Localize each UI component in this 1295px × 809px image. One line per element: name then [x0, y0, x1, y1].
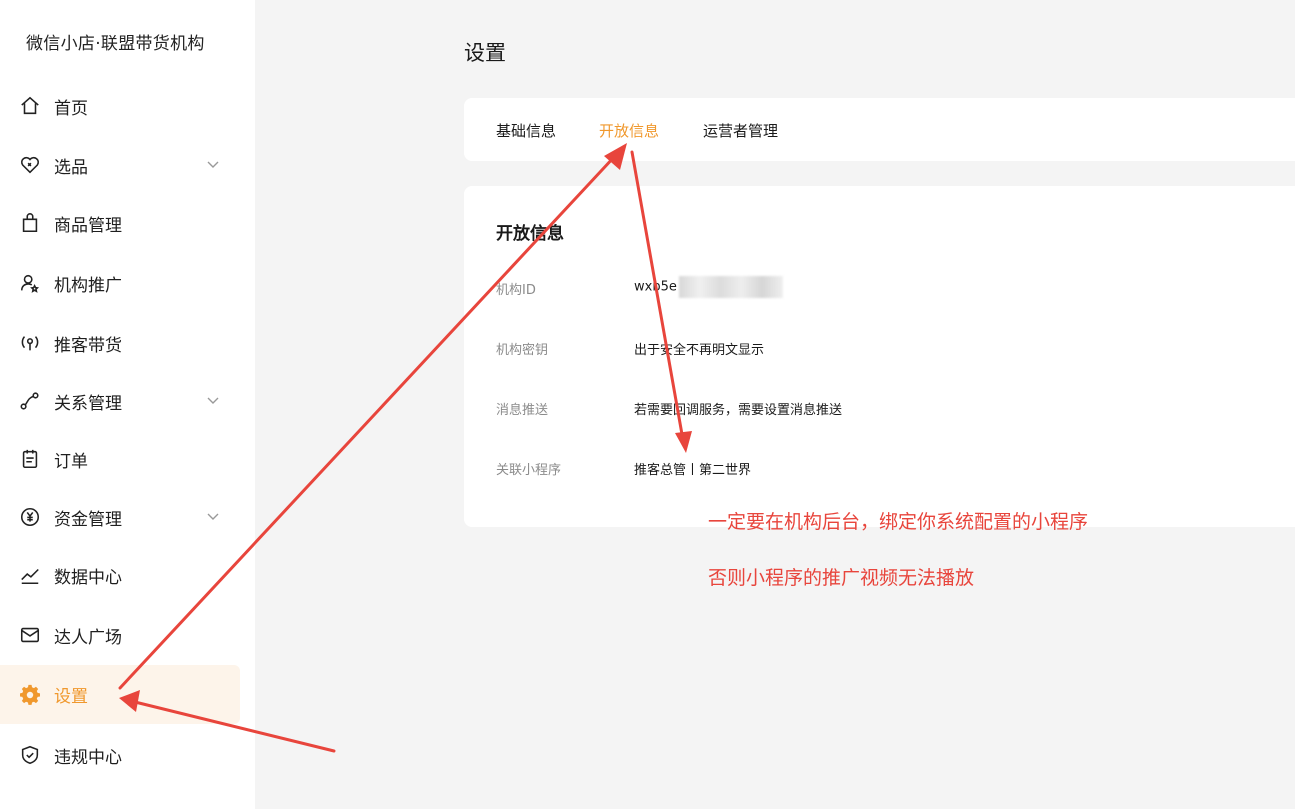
- sidebar-item-promotion[interactable]: 机构推广: [0, 254, 240, 312]
- linked-miniprogram-value: 推客总管丨第二世界: [634, 463, 752, 478]
- sidebar-item-label: 选品: [54, 157, 88, 178]
- tab-operator-management[interactable]: 运营者管理: [703, 120, 778, 141]
- sidebar-item-label: 推客带货: [54, 335, 122, 356]
- trend-chart-icon: [19, 564, 41, 586]
- sidebar: 微信小店·联盟带货机构 首页 选品 商品管理 机构推广 推客带货 关系管理 订单…: [0, 0, 255, 809]
- sidebar-item-label: 违规中心: [54, 747, 122, 768]
- yen-icon: [19, 506, 41, 528]
- clipboard-icon: [19, 448, 41, 470]
- gear-icon: [19, 684, 41, 706]
- sidebar-item-relations[interactable]: 关系管理: [0, 372, 240, 430]
- sidebar-item-label: 设置: [54, 687, 88, 707]
- message-push-label: 消息推送: [496, 403, 549, 418]
- chevron-down-icon[interactable]: [206, 393, 220, 407]
- org-secret-value: 出于安全不再明文显示: [634, 343, 765, 358]
- sidebar-item-violations[interactable]: 违规中心: [0, 726, 240, 784]
- sidebar-item-talent-square[interactable]: 达人广场: [0, 606, 240, 664]
- sidebar-item-finance[interactable]: 资金管理: [0, 488, 240, 546]
- chevron-down-icon[interactable]: [206, 157, 220, 171]
- org-secret-label: 机构密钥: [496, 343, 549, 358]
- section-title: 开放信息: [496, 224, 564, 244]
- sidebar-item-selection[interactable]: 选品: [0, 136, 240, 194]
- org-id-label: 机构ID: [496, 283, 536, 298]
- user-star-icon: [19, 272, 41, 294]
- org-id-value: wxb5e: [634, 276, 783, 298]
- sidebar-item-label: 机构推广: [54, 275, 122, 296]
- home-icon: [19, 95, 41, 117]
- sidebar-item-data-center[interactable]: 数据中心: [0, 546, 240, 604]
- sidebar-item-label: 资金管理: [54, 509, 122, 530]
- shopping-bag-icon: [19, 212, 41, 234]
- broadcast-icon: [19, 332, 41, 354]
- sidebar-item-label: 订单: [54, 451, 88, 472]
- sidebar-item-settings[interactable]: 设置: [0, 665, 240, 724]
- page-title: 设置: [464, 41, 506, 65]
- brand-title: 微信小店·联盟带货机构: [26, 34, 205, 54]
- annotation-line-1: 一定要在机构后台，绑定你系统配置的小程序: [708, 511, 1089, 533]
- relation-icon: [19, 390, 41, 412]
- redacted-blur: [678, 276, 783, 298]
- sidebar-item-affiliate[interactable]: 推客带货: [0, 314, 240, 372]
- annotation-line-2: 否则小程序的推广视频无法播放: [708, 567, 975, 589]
- envelope-icon: [19, 624, 41, 646]
- org-id-text: wxb5e: [634, 279, 677, 295]
- sidebar-item-label: 首页: [54, 98, 88, 119]
- linked-miniprogram-label: 关联小程序: [496, 463, 562, 478]
- tab-basic-info[interactable]: 基础信息: [496, 120, 556, 141]
- heart-tag-icon: [19, 154, 41, 176]
- open-info-card: 开放信息 机构ID wxb5e 机构密钥 出于安全不再明文显示 消息推送 若需要…: [464, 186, 1295, 527]
- sidebar-item-label: 商品管理: [54, 215, 122, 236]
- sidebar-item-home[interactable]: 首页: [0, 77, 240, 135]
- message-push-value: 若需要回调服务，需要设置消息推送: [634, 403, 843, 418]
- sidebar-item-label: 关系管理: [54, 393, 122, 414]
- sidebar-item-products[interactable]: 商品管理: [0, 194, 240, 252]
- tab-open-info[interactable]: 开放信息: [599, 120, 659, 141]
- shield-icon: [19, 744, 41, 766]
- sidebar-item-label: 达人广场: [54, 627, 122, 648]
- chevron-down-icon[interactable]: [206, 509, 220, 523]
- sidebar-item-orders[interactable]: 订单: [0, 430, 240, 488]
- sidebar-item-label: 数据中心: [54, 567, 122, 588]
- tab-bar: 基础信息 开放信息 运营者管理: [464, 98, 1295, 161]
